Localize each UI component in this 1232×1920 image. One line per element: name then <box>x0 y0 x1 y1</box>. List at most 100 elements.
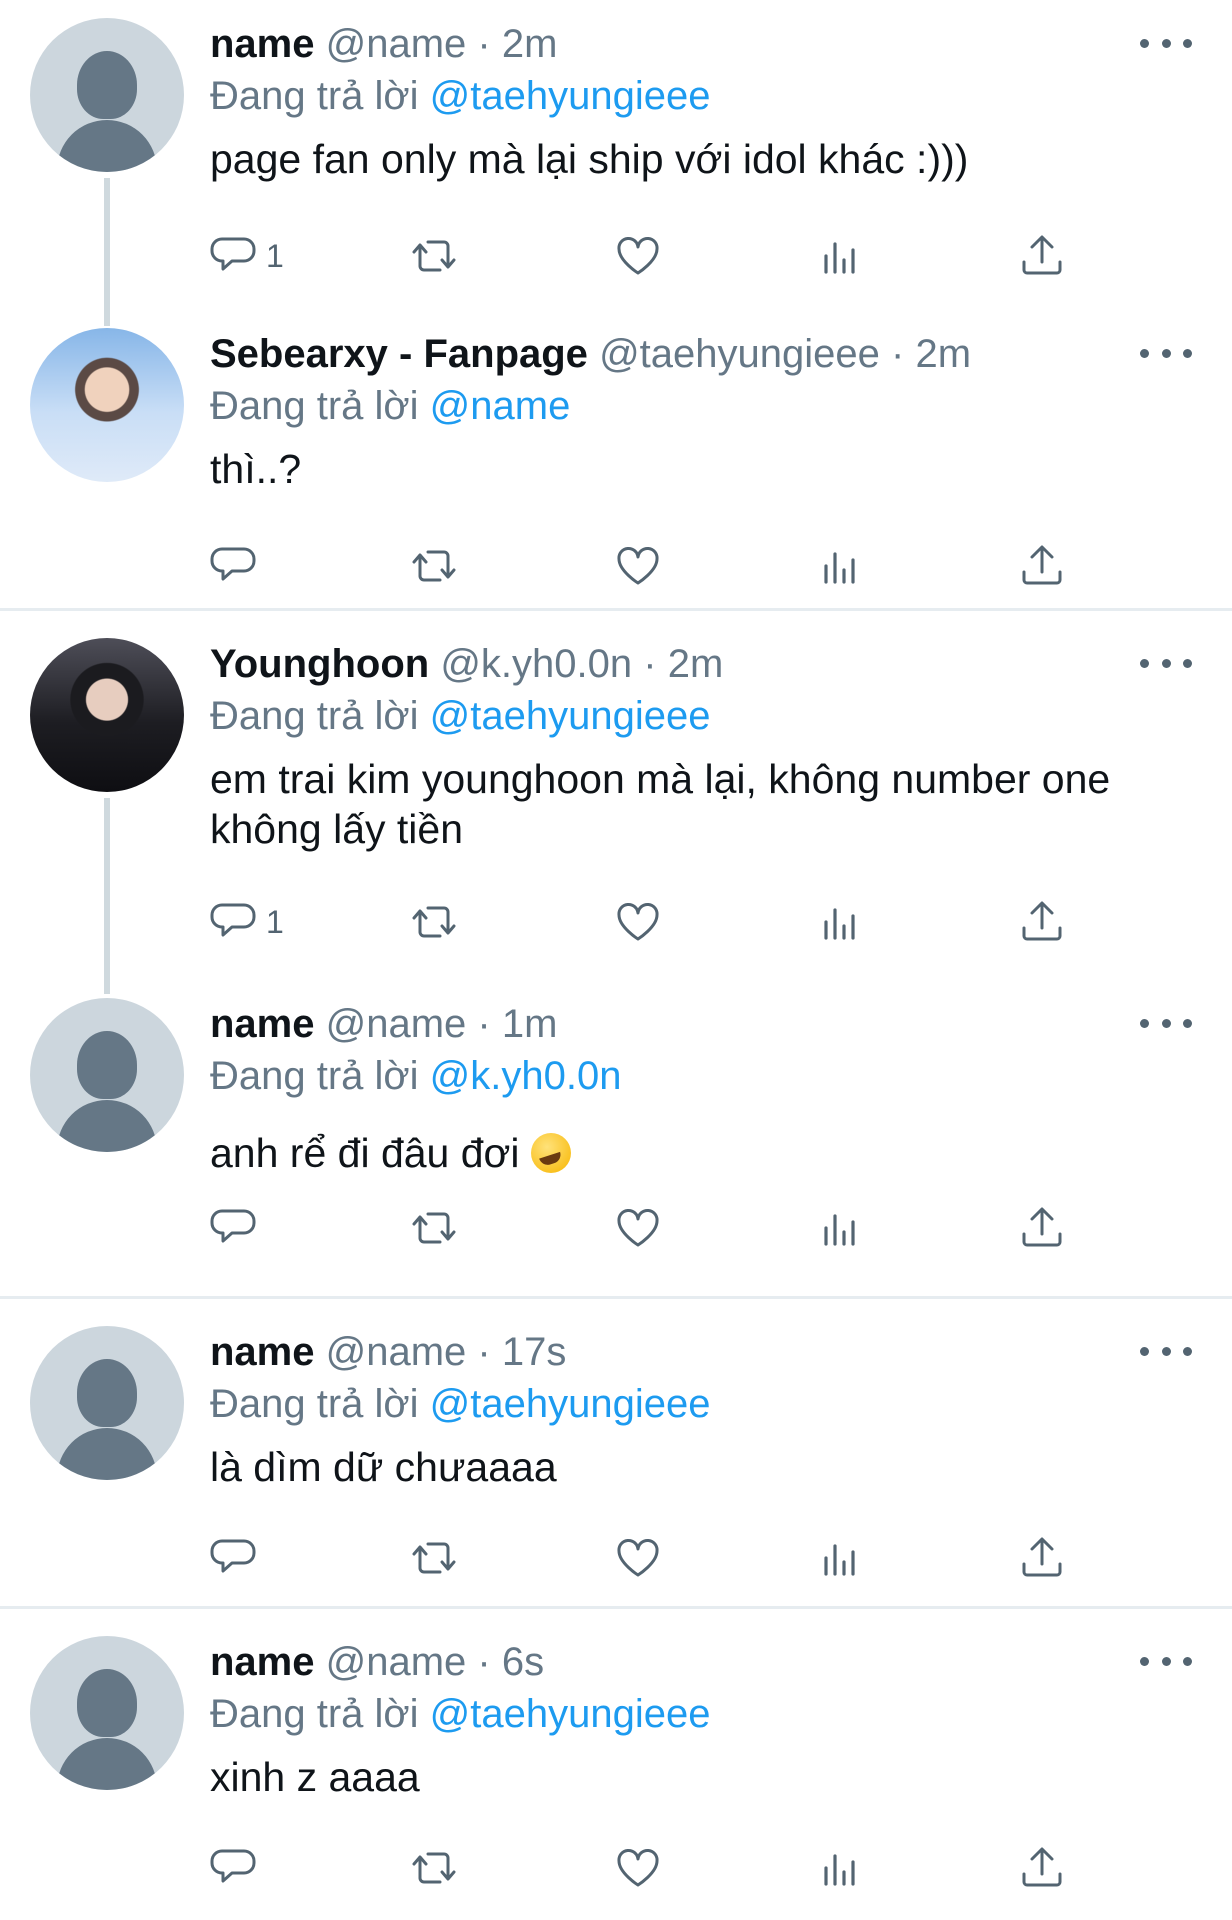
handle[interactable]: @name <box>326 1002 467 1046</box>
display-name[interactable]: Younghoon <box>210 642 429 686</box>
avatar[interactable] <box>30 998 184 1152</box>
analytics-icon <box>824 908 855 940</box>
share-icon <box>1022 901 1062 941</box>
share-button[interactable] <box>1018 894 1066 950</box>
timestamp[interactable]: 2m <box>668 642 724 686</box>
like-button[interactable] <box>614 894 662 950</box>
more-icon[interactable] <box>1140 26 1192 60</box>
analytics-button[interactable] <box>816 228 864 284</box>
display-name[interactable]: name <box>210 22 315 66</box>
reply-button[interactable] <box>210 1840 266 1896</box>
timestamp[interactable]: 1m <box>502 1002 558 1046</box>
action-bar <box>210 538 1090 594</box>
action-bar <box>210 1840 1090 1896</box>
more-icon[interactable] <box>1140 336 1192 370</box>
mention-link[interactable]: @taehyungieee <box>430 74 711 118</box>
mention-link[interactable]: @taehyungieee <box>430 1382 711 1426</box>
divider <box>0 1296 1232 1299</box>
dot-separator: · <box>891 332 905 376</box>
avatar[interactable] <box>30 328 184 482</box>
like-icon <box>617 902 659 941</box>
retweet-button[interactable] <box>410 1530 458 1586</box>
timestamp[interactable]: 2m <box>502 22 558 66</box>
like-button[interactable] <box>614 228 662 284</box>
tweet-text: page fan only mà lại ship với idol khác … <box>210 136 969 182</box>
timestamp[interactable]: 17s <box>502 1330 567 1374</box>
tweet-text: em trai kim younghoon mà lại, không numb… <box>210 756 1111 852</box>
retweet-button[interactable] <box>410 894 458 950</box>
tweet-header: name @name · 17s <box>210 1326 1192 1378</box>
handle[interactable]: @k.yh0.0n <box>440 642 632 686</box>
avatar[interactable] <box>30 1636 184 1790</box>
reply-button[interactable] <box>210 538 266 594</box>
dot-separator: · <box>477 22 491 66</box>
like-icon <box>617 1538 659 1577</box>
replying-to: Đang trả lời @taehyungieee <box>210 1382 711 1426</box>
share-button[interactable] <box>1018 1200 1066 1256</box>
action-bar: 1 <box>210 894 1090 950</box>
retweet-button[interactable] <box>410 1200 458 1256</box>
analytics-icon <box>824 242 855 274</box>
timestamp[interactable]: 6s <box>502 1640 544 1684</box>
reply-button[interactable]: 1 <box>210 228 284 284</box>
share-icon <box>1022 1847 1062 1887</box>
display-name[interactable]: name <box>210 1640 315 1684</box>
share-button[interactable] <box>1018 1840 1066 1896</box>
handle[interactable]: @name <box>326 22 467 66</box>
action-bar: 1 <box>210 228 1090 284</box>
retweet-button[interactable] <box>410 228 458 284</box>
display-name[interactable]: name <box>210 1330 315 1374</box>
analytics-button[interactable] <box>816 1840 864 1896</box>
share-icon <box>1022 1537 1062 1577</box>
like-button[interactable] <box>614 538 662 594</box>
share-button[interactable] <box>1018 228 1066 284</box>
action-bar <box>210 1200 1090 1256</box>
thread-connector <box>104 798 110 994</box>
like-button[interactable] <box>614 1200 662 1256</box>
more-icon[interactable] <box>1140 1334 1192 1368</box>
share-button[interactable] <box>1018 1530 1066 1586</box>
more-icon[interactable] <box>1140 1644 1192 1678</box>
retweet-button[interactable] <box>410 1840 458 1896</box>
tweet-header: Younghoon @k.yh0.0n · 2m <box>210 638 1192 690</box>
analytics-button[interactable] <box>816 894 864 950</box>
retweet-icon <box>412 906 456 938</box>
avatar[interactable] <box>30 638 184 792</box>
handle[interactable]: @taehyungieee <box>599 332 880 376</box>
avatar[interactable] <box>30 1326 184 1480</box>
reply-button[interactable] <box>210 1530 266 1586</box>
display-name[interactable]: Sebearxy - Fanpage <box>210 332 588 376</box>
reply-button[interactable] <box>210 1200 266 1256</box>
share-button[interactable] <box>1018 538 1066 594</box>
analytics-button[interactable] <box>816 1530 864 1586</box>
mention-link[interactable]: @name <box>430 384 571 428</box>
reply-button[interactable]: 1 <box>210 894 284 950</box>
share-icon <box>1022 235 1062 275</box>
more-icon[interactable] <box>1140 1006 1192 1040</box>
tweet-header: name @name · 1m <box>210 998 1192 1050</box>
analytics-icon <box>824 1544 855 1576</box>
display-name[interactable]: name <box>210 1002 315 1046</box>
retweet-button[interactable] <box>410 538 458 594</box>
more-icon[interactable] <box>1140 646 1192 680</box>
mention-link[interactable]: @k.yh0.0n <box>430 1054 622 1098</box>
reply-icon <box>210 237 256 271</box>
mention-link[interactable]: @taehyungieee <box>430 694 711 738</box>
timestamp[interactable]: 2m <box>915 332 971 376</box>
handle[interactable]: @name <box>326 1640 467 1684</box>
tweet-text: thì..? <box>210 446 302 492</box>
analytics-icon <box>824 552 855 584</box>
mention-link[interactable]: @taehyungieee <box>430 1692 711 1736</box>
handle[interactable]: @name <box>326 1330 467 1374</box>
reply-icon <box>210 1539 256 1573</box>
analytics-icon <box>824 1214 855 1246</box>
dot-separator: · <box>477 1640 491 1684</box>
analytics-button[interactable] <box>816 1200 864 1256</box>
like-icon <box>617 1848 659 1887</box>
like-button[interactable] <box>614 1530 662 1586</box>
avatar[interactable] <box>30 18 184 172</box>
like-button[interactable] <box>614 1840 662 1896</box>
share-icon <box>1022 545 1062 585</box>
divider <box>0 1606 1232 1609</box>
analytics-button[interactable] <box>816 538 864 594</box>
